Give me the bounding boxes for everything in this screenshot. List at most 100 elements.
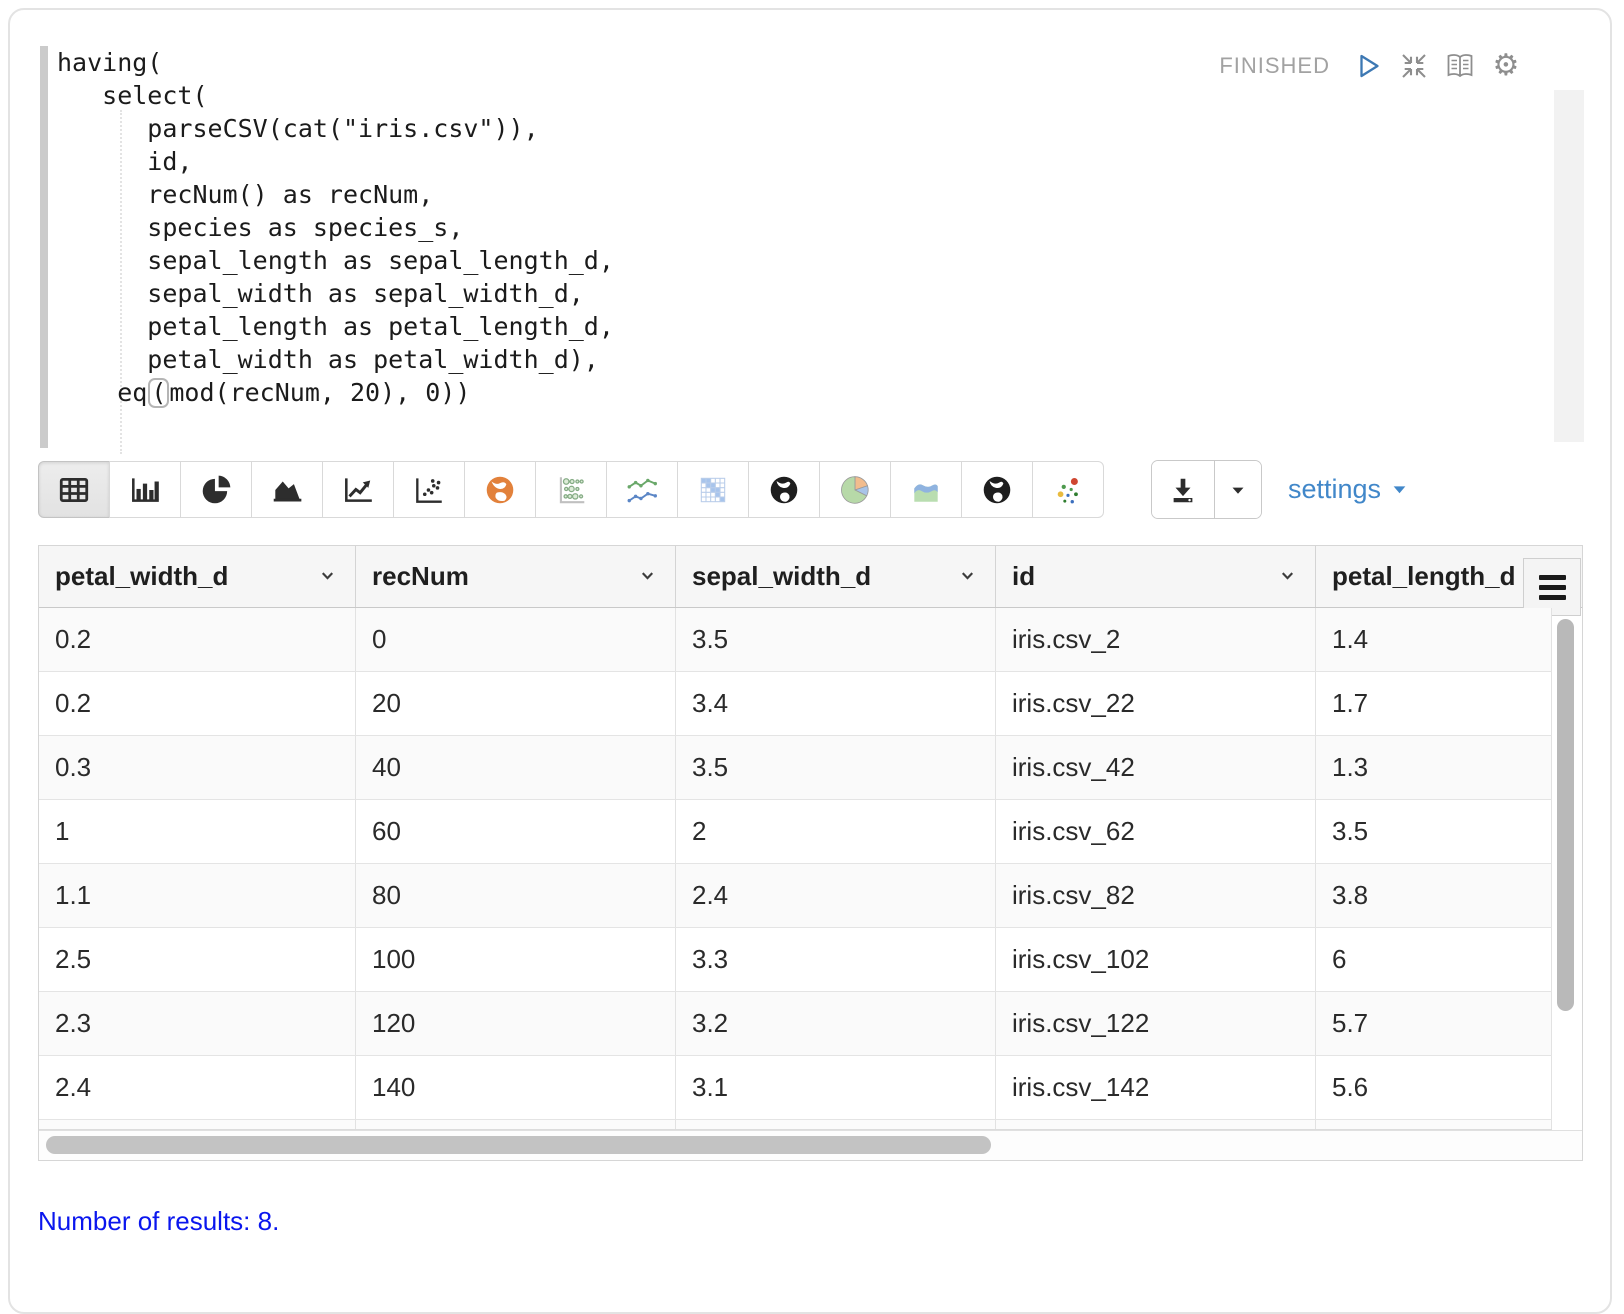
viz-line-chart-button[interactable] bbox=[322, 461, 394, 518]
gear-icon[interactable]: ⚙ bbox=[1490, 50, 1522, 82]
settings-toggle[interactable]: settings bbox=[1288, 474, 1408, 505]
scatter-color-icon bbox=[1051, 473, 1085, 507]
editor-scrollbar[interactable] bbox=[1554, 90, 1584, 442]
table-cell: 2.5 bbox=[39, 928, 356, 991]
text-cursor: ( bbox=[148, 378, 169, 408]
table-row: 0.2203.4iris.csv_221.7 bbox=[39, 672, 1552, 736]
code-line: species as species_s, bbox=[57, 211, 614, 244]
table-row-partial bbox=[39, 1120, 1552, 1130]
globe-map-icon bbox=[483, 473, 517, 507]
viz-pie-chart-color-button[interactable] bbox=[819, 461, 891, 518]
table-cell bbox=[39, 1120, 356, 1129]
table-cell: 2 bbox=[676, 800, 996, 863]
table-cell: iris.csv_102 bbox=[996, 928, 1316, 991]
chevron-down-icon[interactable] bbox=[1278, 561, 1297, 592]
settings-label: settings bbox=[1288, 474, 1381, 505]
table-cell: 140 bbox=[356, 1056, 676, 1119]
table-cell: 120 bbox=[356, 992, 676, 1055]
code-line: petal_length as petal_length_d, bbox=[57, 310, 614, 343]
table-cell: 60 bbox=[356, 800, 676, 863]
table-cell: 0 bbox=[356, 608, 676, 671]
chevron-down-icon[interactable] bbox=[638, 561, 657, 592]
download-options-caret[interactable] bbox=[1215, 461, 1261, 518]
table-cell: 80 bbox=[356, 864, 676, 927]
code-editor[interactable]: having( select( parseCSV(cat("iris.csv")… bbox=[57, 46, 614, 409]
column-header-label: petal_length_d bbox=[1332, 561, 1515, 592]
table-header-row: petal_width_d recNum sepal_width_d id petal_… bbox=[39, 546, 1582, 608]
bar-chart-icon bbox=[128, 473, 162, 507]
table-body: 0.203.5iris.csv_21.40.2203.4iris.csv_221… bbox=[39, 608, 1582, 1130]
bubble-chart-icon bbox=[554, 473, 588, 507]
globe-map-3-icon bbox=[980, 473, 1014, 507]
viz-scatter-chart-button[interactable] bbox=[393, 461, 465, 518]
stream-chart-icon bbox=[909, 473, 943, 507]
table-cell: iris.csv_22 bbox=[996, 672, 1316, 735]
viz-stream-chart-button[interactable] bbox=[890, 461, 962, 518]
table-cell: 1.7 bbox=[1316, 672, 1552, 735]
table-cell: 40 bbox=[356, 736, 676, 799]
table-row: 2.31203.2iris.csv_1225.7 bbox=[39, 992, 1552, 1056]
line-chart-icon bbox=[341, 473, 375, 507]
table-cell: 3.5 bbox=[676, 608, 996, 671]
code-line: recNum() as recNum, bbox=[57, 178, 614, 211]
table-cell: 0.2 bbox=[39, 608, 356, 671]
table-cell: 1 bbox=[39, 800, 356, 863]
editor-gutter-bar bbox=[40, 46, 48, 448]
table-cell: 2.4 bbox=[39, 1056, 356, 1119]
table-cell: 6 bbox=[1316, 928, 1552, 991]
column-header-recNum[interactable]: recNum bbox=[356, 546, 676, 607]
viz-scatter-color-button[interactable] bbox=[1032, 461, 1104, 518]
table-cell: 20 bbox=[356, 672, 676, 735]
pie-chart-icon bbox=[199, 473, 233, 507]
table-cell: 1.1 bbox=[39, 864, 356, 927]
chevron-down-icon[interactable] bbox=[958, 561, 977, 592]
results-count-text: Number of results: 8. bbox=[38, 1206, 279, 1237]
viz-pie-chart-button[interactable] bbox=[180, 461, 252, 518]
column-header-sepal_width_d[interactable]: sepal_width_d bbox=[676, 546, 996, 607]
viz-globe-map-button[interactable] bbox=[464, 461, 536, 518]
play-icon[interactable] bbox=[1352, 50, 1384, 82]
table-cell: 3.5 bbox=[1316, 800, 1552, 863]
table-cell: 2.4 bbox=[676, 864, 996, 927]
viz-bar-chart-button[interactable] bbox=[109, 461, 181, 518]
column-header-label: recNum bbox=[372, 561, 469, 592]
pie-chart-color-icon bbox=[838, 473, 872, 507]
column-header-id[interactable]: id bbox=[996, 546, 1316, 607]
viz-bubble-chart-button[interactable] bbox=[535, 461, 607, 518]
column-header-label: sepal_width_d bbox=[692, 561, 871, 592]
table-cell: iris.csv_142 bbox=[996, 1056, 1316, 1119]
table-vertical-scrollbar[interactable] bbox=[1557, 619, 1574, 1011]
table-cell: 1.4 bbox=[1316, 608, 1552, 671]
table-cell: iris.csv_62 bbox=[996, 800, 1316, 863]
table-horizontal-scrollbar[interactable] bbox=[46, 1136, 991, 1154]
table-cell: 3.1 bbox=[676, 1056, 996, 1119]
table-cell: 5.6 bbox=[1316, 1056, 1552, 1119]
viz-multi-line-chart-button[interactable] bbox=[606, 461, 678, 518]
download-split-button bbox=[1151, 460, 1262, 519]
table-cell: iris.csv_122 bbox=[996, 992, 1316, 1055]
viz-globe-map-3-button[interactable] bbox=[961, 461, 1033, 518]
table-cell: 0.2 bbox=[39, 672, 356, 735]
table-row: 0.3403.5iris.csv_421.3 bbox=[39, 736, 1552, 800]
table-icon bbox=[57, 473, 91, 507]
table-cell bbox=[356, 1120, 676, 1129]
table-cell: 2.3 bbox=[39, 992, 356, 1055]
viz-globe-map-2-button[interactable] bbox=[748, 461, 820, 518]
table-cell: 5.7 bbox=[1316, 992, 1552, 1055]
code-line: having( bbox=[57, 46, 614, 79]
table-cell: iris.csv_82 bbox=[996, 864, 1316, 927]
area-chart-icon bbox=[270, 473, 304, 507]
download-button[interactable] bbox=[1152, 461, 1215, 518]
book-icon[interactable] bbox=[1444, 50, 1476, 82]
viz-heatmap-button[interactable] bbox=[677, 461, 749, 518]
table-row: 2.41403.1iris.csv_1425.6 bbox=[39, 1056, 1552, 1120]
chevron-down-icon[interactable] bbox=[318, 561, 337, 592]
code-line-with-cursor: eq(mod(recNum, 20), 0)) bbox=[57, 376, 614, 409]
heatmap-icon bbox=[696, 473, 730, 507]
viz-button-group bbox=[38, 461, 1104, 518]
viz-table-button[interactable] bbox=[38, 461, 110, 518]
shrink-icon[interactable] bbox=[1398, 50, 1430, 82]
table-cell: 3.2 bbox=[676, 992, 996, 1055]
column-header-petal_width_d[interactable]: petal_width_d bbox=[39, 546, 356, 607]
viz-area-chart-button[interactable] bbox=[251, 461, 323, 518]
